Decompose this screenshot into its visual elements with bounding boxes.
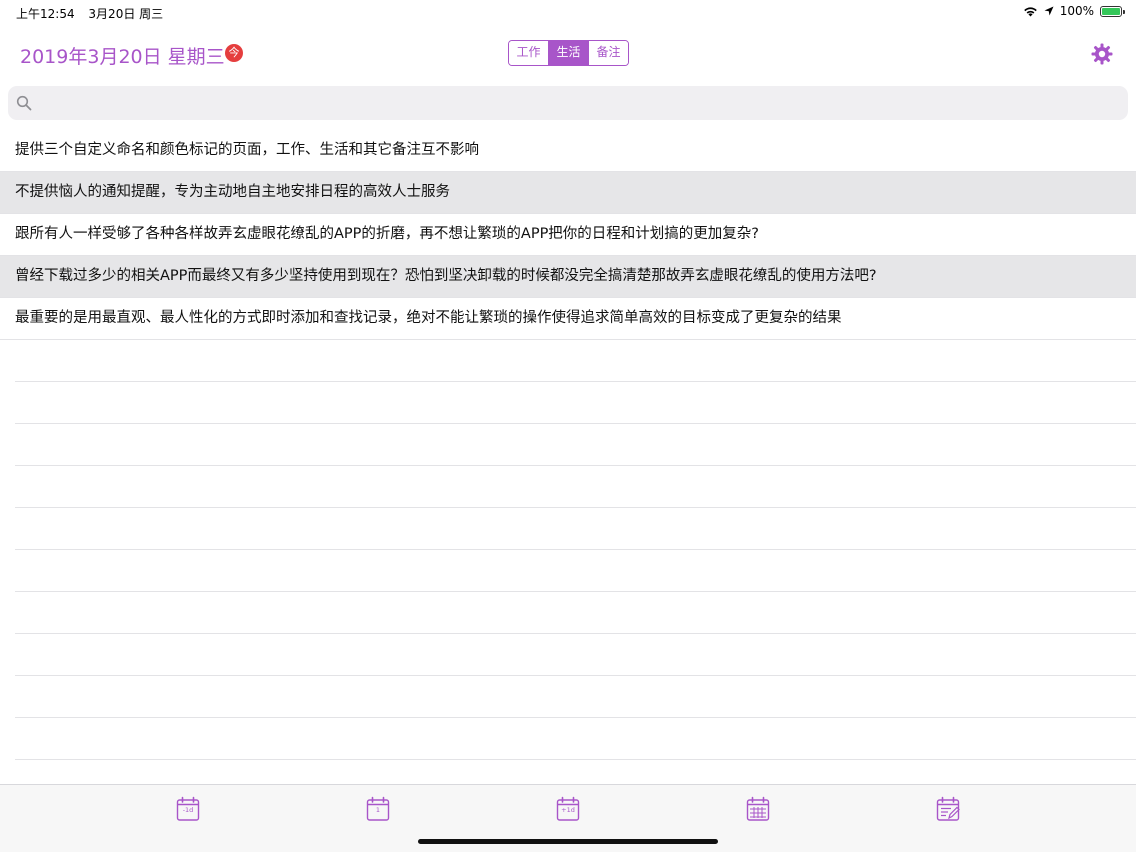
empty-row[interactable] xyxy=(15,382,1136,424)
calendar-edit-icon xyxy=(936,796,960,821)
empty-row[interactable] xyxy=(15,592,1136,634)
note-row[interactable]: 曾经下载过多少的相关APP而最终又有多少坚持使用到现在？恐怕到坚决卸载的时候都没… xyxy=(0,256,1136,298)
battery-fill xyxy=(1102,7,1120,15)
date-title[interactable]: 2019年3月20日 星期三 xyxy=(20,42,225,69)
calendar-grid-icon xyxy=(746,796,770,821)
search-bar xyxy=(8,86,1128,122)
location-arrow-icon xyxy=(1044,6,1054,16)
status-left: 上午12:54 3月20日 周三 xyxy=(16,5,173,22)
header: 2019年3月20日 星期三 今 工作 生活 备注 xyxy=(0,30,1136,80)
empty-row[interactable] xyxy=(15,508,1136,550)
status-date: 3月20日 周三 xyxy=(88,7,164,21)
prev-day-button[interactable]: -1d xyxy=(176,796,200,822)
month-view-button[interactable] xyxy=(746,796,770,822)
note-row[interactable]: 不提供恼人的通知提醒，专为主动地自主地安排日程的高效人士服务 xyxy=(0,172,1136,214)
today-badge[interactable]: 今 xyxy=(225,44,243,62)
note-row[interactable]: 提供三个自定义命名和颜色标记的页面，工作、生活和其它备注互不影响 xyxy=(0,130,1136,172)
status-time: 上午12:54 xyxy=(16,7,75,21)
search-icon xyxy=(16,95,32,111)
today-button[interactable]: 1 xyxy=(366,796,390,822)
status-bar: 上午12:54 3月20日 周三 100% xyxy=(0,0,1136,24)
wifi-icon xyxy=(1023,6,1037,16)
battery-percent: 100% xyxy=(1059,4,1094,18)
next-day-label: +1d xyxy=(561,806,575,814)
battery-icon xyxy=(1100,5,1125,17)
home-indicator xyxy=(418,839,718,844)
today-label: 1 xyxy=(375,806,381,814)
search-input[interactable] xyxy=(40,86,1124,122)
empty-row[interactable] xyxy=(15,676,1136,718)
status-right: 100% xyxy=(1023,4,1125,18)
note-row[interactable]: 跟所有人一样受够了各种各样故弄玄虚眼花缭乱的APP的折磨，再不想让繁琐的APP把… xyxy=(0,214,1136,256)
prev-day-label: -1d xyxy=(182,806,194,814)
empty-row[interactable] xyxy=(15,718,1136,760)
empty-row[interactable] xyxy=(15,424,1136,466)
empty-row[interactable] xyxy=(15,340,1136,382)
notes-list: 提供三个自定义命名和颜色标记的页面，工作、生活和其它备注互不影响 不提供恼人的通… xyxy=(0,130,1136,760)
edit-button[interactable] xyxy=(936,796,960,822)
tab-notes[interactable]: 备注 xyxy=(588,41,628,65)
gear-icon[interactable] xyxy=(1090,42,1114,66)
empty-row[interactable] xyxy=(15,550,1136,592)
note-row[interactable]: 最重要的是用最直观、最人性化的方式即时添加和查找记录，绝对不能让繁琐的操作使得追… xyxy=(0,298,1136,340)
next-day-button[interactable]: +1d xyxy=(556,796,580,822)
tab-life[interactable]: 生活 xyxy=(548,41,588,65)
tab-work[interactable]: 工作 xyxy=(509,41,548,65)
empty-row[interactable] xyxy=(15,466,1136,508)
category-segmented-control: 工作 生活 备注 xyxy=(508,40,629,66)
empty-row[interactable] xyxy=(15,634,1136,676)
app-screen: 上午12:54 3月20日 周三 100% 2019年3月20日 星期三 今 工… xyxy=(0,0,1136,852)
